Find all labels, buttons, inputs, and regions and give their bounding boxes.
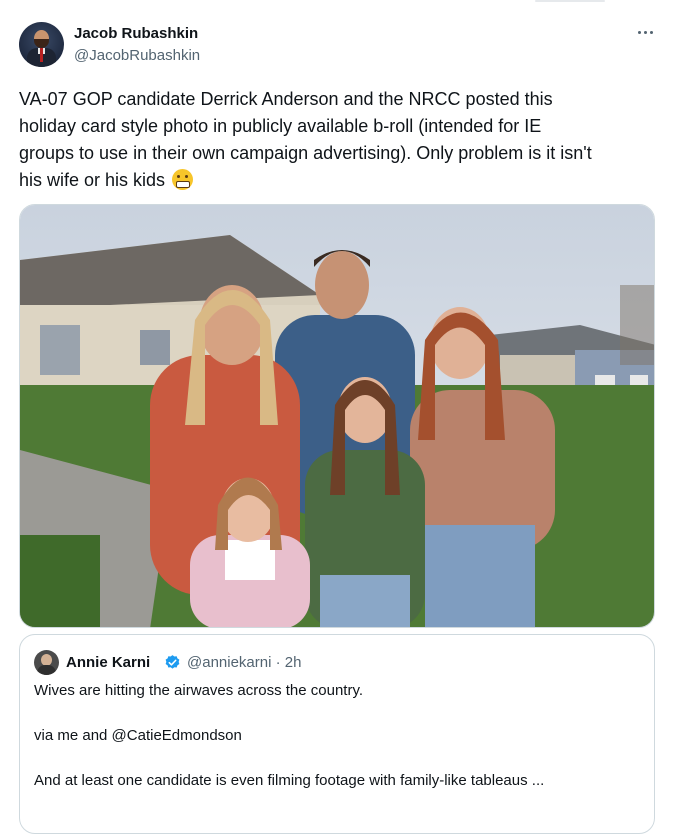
- author-handle[interactable]: @JacobRubashkin: [74, 46, 200, 65]
- tweet-photo[interactable]: [19, 204, 655, 628]
- quote-paragraph: Wives are hitting the airwaves across th…: [34, 682, 364, 699]
- quote-text: Wives are hitting the airwaves across th…: [34, 681, 634, 816]
- tweet-text-last: his wife or his kids: [19, 170, 166, 190]
- quoted-tweet[interactable]: Annie Karni @anniekarni · 2h Wives are h…: [19, 634, 655, 834]
- more-options-icon[interactable]: [633, 22, 657, 42]
- quote-author-meta: @anniekarni · 2h: [187, 653, 301, 672]
- quote-author-handle[interactable]: @anniekarni: [187, 654, 271, 671]
- quote-paragraph: And at least one candidate is even filmi…: [34, 772, 545, 789]
- tweet-text-line: holiday card style photo in publicly ava…: [19, 116, 542, 136]
- top-divider: [535, 0, 605, 2]
- quote-paragraph: via me and @CatieEdmondson: [34, 727, 242, 744]
- tweet-text-line: VA-07 GOP candidate Derrick Anderson and…: [19, 89, 553, 109]
- quote-time[interactable]: · 2h: [276, 654, 302, 671]
- author-avatar[interactable]: [19, 22, 64, 67]
- tweet-text-line: his wife or his kids: [19, 167, 659, 194]
- grimacing-face-icon: [172, 169, 194, 190]
- tweet-text-line: groups to use in their own campaign adve…: [19, 143, 592, 163]
- quote-author-avatar[interactable]: [34, 650, 59, 675]
- verified-badge-icon: [165, 655, 180, 669]
- tweet-text: VA-07 GOP candidate Derrick Anderson and…: [19, 86, 659, 194]
- author-name[interactable]: Jacob Rubashkin: [74, 24, 198, 43]
- family-photo-illustration: [20, 205, 654, 627]
- quote-author-name[interactable]: Annie Karni: [66, 653, 150, 672]
